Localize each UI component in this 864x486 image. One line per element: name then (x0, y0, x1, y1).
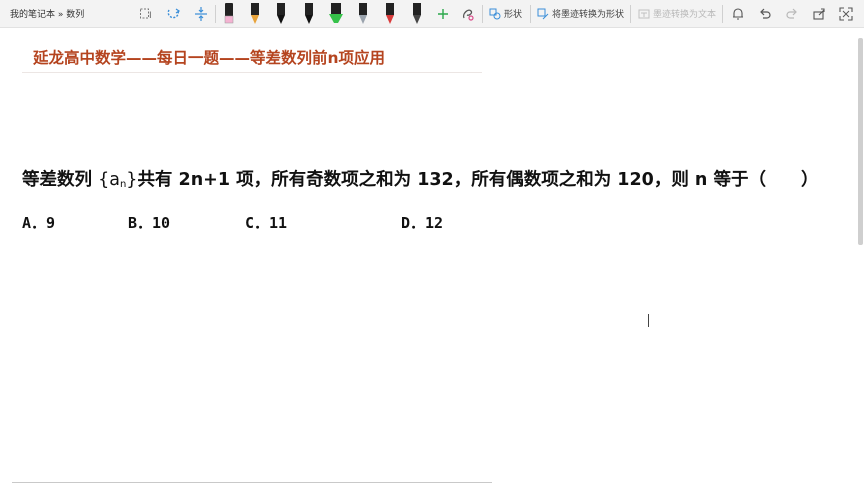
breadcrumb[interactable]: 我的笔记本 » 数列 (10, 7, 84, 20)
highlighter-green-icon[interactable] (325, 3, 347, 25)
ink-to-shape-button[interactable]: 将墨迹转换为形状 (537, 7, 624, 20)
title-divider (22, 72, 482, 73)
fullscreen-icon[interactable] (836, 3, 856, 25)
question-part-1: 等差数列 (22, 170, 92, 190)
sequence-close: } (126, 170, 138, 190)
undo-icon[interactable] (755, 3, 775, 25)
pen-dark-icon[interactable] (408, 3, 426, 25)
add-pen-icon[interactable] (434, 3, 452, 25)
ink-to-shape-label: 将墨迹转换为形状 (552, 10, 625, 20)
ink-to-text-icon (638, 9, 650, 18)
pen-black-2-icon[interactable] (300, 3, 318, 25)
bell-icon[interactable] (728, 3, 748, 25)
vertical-scrollbar[interactable] (858, 38, 863, 245)
pen-orange-icon[interactable] (246, 3, 264, 25)
page-title: 延龙高中数学——每日一题——等差数列前n项应用 (33, 49, 386, 67)
option-c: C．11 (245, 214, 288, 232)
shapes-icon (489, 8, 501, 19)
horizontal-scrollbar[interactable] (12, 482, 492, 483)
toolbar-separator (482, 5, 483, 23)
ink-replay-icon[interactable] (458, 3, 478, 25)
question-part-2: 共有 2n+1 项，所有奇数项之和为 132，所有偶数项之和为 120，则 n … (137, 170, 819, 190)
sequence-open: {a (98, 170, 120, 190)
option-a: A．9 (22, 214, 56, 232)
lasso-select-icon[interactable]: I (138, 3, 158, 25)
pen-gray-icon[interactable] (354, 3, 372, 25)
toolbar-separator (215, 5, 216, 23)
option-d: D．12 (401, 214, 444, 232)
question-text: 等差数列 {an}共有 2n+1 项，所有奇数项之和为 132，所有偶数项之和为… (22, 166, 818, 191)
ink-to-text-label: 墨迹转换为文本 (653, 10, 717, 20)
svg-text:I: I (149, 11, 152, 21)
toolbar: 我的笔记本 » 数列 I 形状 将墨迹转换为形状 墨迹转换为文本 (0, 0, 864, 28)
add-space-icon[interactable] (164, 3, 184, 25)
toolbar-separator (630, 5, 631, 23)
redo-icon[interactable] (782, 3, 802, 25)
option-b: B．10 (128, 214, 171, 232)
highlighter-pink-icon[interactable] (220, 3, 238, 25)
sequence-notation: {an} (98, 170, 137, 190)
ink-to-shape-icon (537, 8, 549, 19)
toolbar-separator (722, 5, 723, 23)
pen-red-icon[interactable] (381, 3, 399, 25)
shapes-button[interactable]: 形状 (489, 7, 522, 20)
share-icon[interactable] (809, 3, 829, 25)
ink-to-text-button[interactable]: 墨迹转换为文本 (638, 7, 716, 20)
toolbar-separator (530, 5, 531, 23)
text-cursor (648, 314, 649, 327)
shapes-label: 形状 (504, 10, 523, 20)
insert-space-icon[interactable] (191, 3, 211, 25)
pen-black-icon[interactable] (272, 3, 290, 25)
